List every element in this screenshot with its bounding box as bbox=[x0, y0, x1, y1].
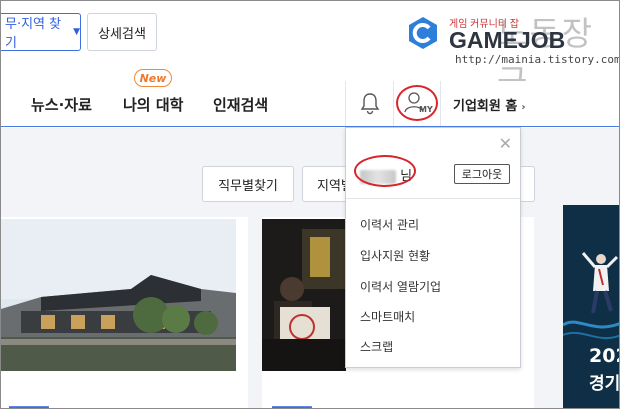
nav-my-university[interactable]: 나의 대학 bbox=[123, 94, 183, 115]
banner-text-title: 경기 bbox=[589, 374, 620, 394]
gamejob-logo-icon bbox=[409, 17, 437, 49]
banner-text-year: 202 bbox=[589, 345, 619, 367]
new-badge: New bbox=[134, 69, 172, 87]
corporate-home-link[interactable]: 기업회원 홈 › bbox=[453, 95, 525, 114]
menu-item-resume-management[interactable]: 이력서 관리 bbox=[360, 216, 419, 233]
watermark: 노동장군 게임 커뮤니티 잡 GAMEJOB http://mainia.tis… bbox=[405, 9, 620, 101]
my-page-dropdown: ✕ 님 로그아웃 이력서 관리 입사지원 현황 이력서 열람기업 스마트매치 스… bbox=[345, 127, 521, 368]
promo-banner[interactable]: 202 경기 bbox=[563, 205, 620, 408]
region-search-button[interactable]: 무·지역 찾기 ▼ bbox=[1, 13, 81, 51]
close-icon[interactable]: ✕ bbox=[499, 134, 512, 153]
menu-item-application-status[interactable]: 입사지원 현황 bbox=[360, 247, 430, 264]
content-area: 직무별찾기 지역별찾기 ━━━━━━ bbox=[1, 128, 620, 409]
card-caption: ━━━━━━ bbox=[9, 401, 49, 409]
nav-divider bbox=[440, 81, 441, 126]
top-bar: 무·지역 찾기 ▼ 상세검색 노동장군 게임 커뮤니티 잡 GAMEJOB ht… bbox=[1, 1, 620, 101]
menu-item-scrap[interactable]: 스크랩 bbox=[360, 338, 393, 355]
menu-item-smart-match[interactable]: 스마트매치 bbox=[360, 308, 415, 325]
main-nav: 뉴스·자료 나의 대학 New 인재검색 MY 기업회원 홈 › bbox=[1, 69, 619, 127]
chevron-down-icon: ▼ bbox=[73, 27, 80, 37]
watermark-url: http://mainia.tistory.com bbox=[455, 53, 620, 66]
nav-divider bbox=[393, 81, 394, 126]
bell-icon[interactable] bbox=[359, 91, 381, 115]
building-photo bbox=[1, 219, 236, 371]
nav-divider bbox=[345, 81, 346, 126]
browser-viewport: 무·지역 찾기 ▼ 상세검색 노동장군 게임 커뮤니티 잡 GAMEJOB ht… bbox=[0, 0, 620, 409]
job-search-button[interactable]: 직무별찾기 bbox=[202, 166, 294, 202]
filter-button-edge[interactable] bbox=[519, 166, 535, 202]
banner-illustration bbox=[563, 252, 619, 340]
nav-news[interactable]: 뉴스·자료 bbox=[31, 94, 92, 115]
logout-button[interactable]: 로그아웃 bbox=[454, 164, 510, 184]
username-highlight-annotation bbox=[354, 155, 416, 187]
chevron-right-icon: › bbox=[521, 102, 526, 113]
my-highlight-annotation bbox=[396, 85, 438, 121]
event-photo bbox=[262, 219, 346, 371]
detail-search-button[interactable]: 상세검색 bbox=[87, 13, 157, 51]
corporate-home-label: 기업회원 홈 bbox=[453, 99, 518, 114]
region-search-label: 무·지역 찾기 bbox=[5, 17, 62, 51]
divider bbox=[346, 198, 520, 199]
menu-item-resume-viewers[interactable]: 이력서 열람기업 bbox=[360, 278, 441, 295]
watermark-brand: GAMEJOB bbox=[449, 27, 566, 53]
news-card[interactable]: ━━━━━━ bbox=[1, 217, 248, 409]
nav-talent-search[interactable]: 인재검색 bbox=[213, 94, 268, 115]
card-caption: ━━━━━━ bbox=[272, 401, 312, 409]
